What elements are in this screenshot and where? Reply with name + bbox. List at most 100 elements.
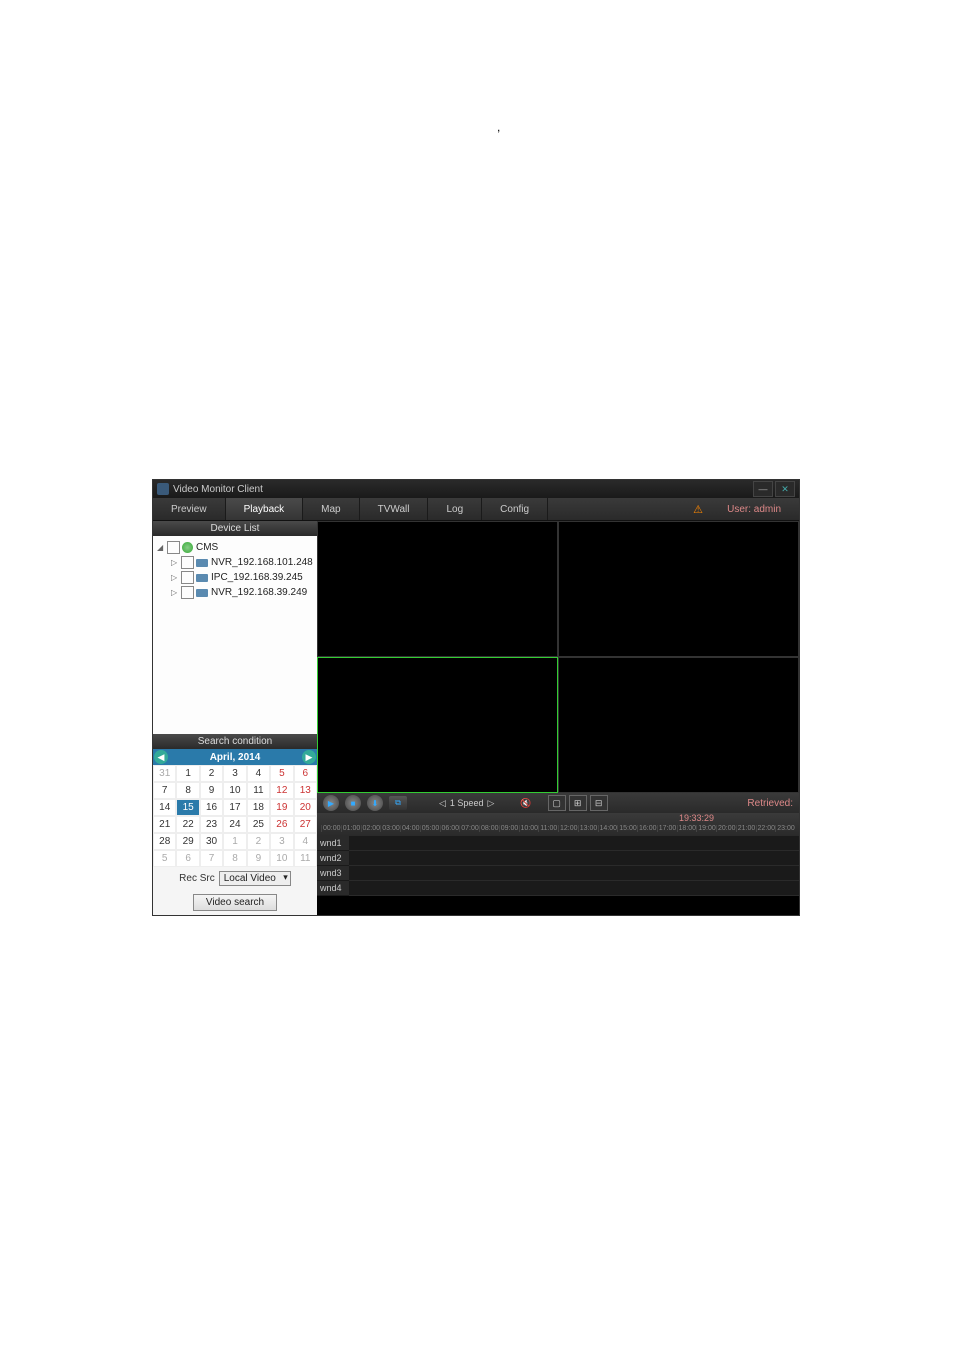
cal-day[interactable]: 3 xyxy=(270,833,293,850)
play-button[interactable]: ▶ xyxy=(323,795,339,811)
cal-day[interactable]: 24 xyxy=(223,816,246,833)
rec-src-select[interactable]: Local Video xyxy=(219,871,291,886)
cal-day[interactable]: 12 xyxy=(270,782,293,799)
download-button[interactable]: ⬇ xyxy=(367,795,383,811)
cal-day[interactable]: 27 xyxy=(294,816,317,833)
timeline-hour: 06:00 xyxy=(440,825,460,832)
cal-day[interactable]: 23 xyxy=(200,816,223,833)
cal-next-button[interactable]: ▶ xyxy=(302,750,316,764)
cal-day[interactable]: 8 xyxy=(223,850,246,867)
video-search-button[interactable]: Video search xyxy=(193,894,277,911)
cal-day[interactable]: 4 xyxy=(294,833,317,850)
cal-day[interactable]: 3 xyxy=(223,765,246,782)
timeline-hour: 21:00 xyxy=(736,825,756,832)
timeline-hours[interactable]: 00:0001:0002:0003:0004:0005:0006:0007:00… xyxy=(317,815,799,834)
wnd-track[interactable] xyxy=(349,866,799,881)
tab-log[interactable]: Log xyxy=(428,498,482,520)
cal-day[interactable]: 13 xyxy=(294,782,317,799)
wnd-label: wnd1 xyxy=(317,836,349,851)
cal-day[interactable]: 11 xyxy=(247,782,270,799)
cal-day[interactable]: 7 xyxy=(200,850,223,867)
cal-day[interactable]: 28 xyxy=(153,833,176,850)
cal-day[interactable]: 4 xyxy=(247,765,270,782)
volume-icon[interactable]: 🔇 xyxy=(520,798,531,809)
cal-day[interactable]: 30 xyxy=(200,833,223,850)
checkbox[interactable] xyxy=(181,556,194,569)
checkbox[interactable] xyxy=(181,586,194,599)
wnd-track[interactable] xyxy=(349,851,799,866)
cal-day[interactable]: 10 xyxy=(223,782,246,799)
wnd-label: wnd4 xyxy=(317,881,349,896)
cal-day[interactable]: 1 xyxy=(223,833,246,850)
snapshot-button[interactable]: ⧉ xyxy=(389,796,407,810)
tab-map[interactable]: Map xyxy=(303,498,359,520)
cal-title: April, 2014 xyxy=(169,752,301,763)
cal-day[interactable]: 22 xyxy=(176,816,199,833)
cal-day[interactable]: 15 xyxy=(176,799,199,816)
cal-day[interactable]: 18 xyxy=(247,799,270,816)
cal-day[interactable]: 16 xyxy=(200,799,223,816)
cal-day[interactable]: 11 xyxy=(294,850,317,867)
cal-day[interactable]: 2 xyxy=(247,833,270,850)
alert-icon[interactable]: ⚠ xyxy=(687,498,709,520)
wnd-track[interactable] xyxy=(349,881,799,896)
cal-day[interactable]: 1 xyxy=(176,765,199,782)
video-cell-2[interactable] xyxy=(558,521,799,657)
cal-day[interactable]: 17 xyxy=(223,799,246,816)
close-button[interactable]: ✕ xyxy=(775,481,795,497)
speed-next-button[interactable]: ▷ xyxy=(487,798,494,809)
tab-playback[interactable]: Playback xyxy=(226,498,304,520)
cal-day[interactable]: 21 xyxy=(153,816,176,833)
cal-day[interactable]: 2 xyxy=(200,765,223,782)
tree-item[interactable]: ▷ NVR_192.168.101.248 xyxy=(155,555,315,570)
stop-button[interactable]: ■ xyxy=(345,795,361,811)
tree-item[interactable]: ▷ IPC_192.168.39.245 xyxy=(155,570,315,585)
cal-day[interactable]: 10 xyxy=(270,850,293,867)
layout-9-button[interactable]: ⊟ xyxy=(590,795,608,811)
cal-day[interactable]: 6 xyxy=(294,765,317,782)
titlebar: Video Monitor Client — ✕ xyxy=(153,480,799,498)
video-cell-3[interactable] xyxy=(317,657,558,793)
playback-controls: ▶ ■ ⬇ ⧉ ◁ 1 Speed ▷ 🔇 ▢ ⊞ ⊟ xyxy=(317,793,799,813)
speed-label: 1 Speed xyxy=(450,798,484,808)
speed-prev-button[interactable]: ◁ xyxy=(439,798,446,809)
checkbox[interactable] xyxy=(181,571,194,584)
cal-day[interactable]: 7 xyxy=(153,782,176,799)
expander-icon[interactable]: ▷ xyxy=(171,558,181,567)
stray-text: , xyxy=(497,120,500,134)
cal-day[interactable]: 19 xyxy=(270,799,293,816)
cal-day[interactable]: 5 xyxy=(153,850,176,867)
cal-day[interactable]: 6 xyxy=(176,850,199,867)
cal-day[interactable]: 5 xyxy=(270,765,293,782)
timeline-hour: 03:00 xyxy=(380,825,400,832)
tree-root[interactable]: ◢ CMS xyxy=(155,540,315,555)
cal-day[interactable]: 25 xyxy=(247,816,270,833)
tab-preview[interactable]: Preview xyxy=(153,498,226,520)
wnd-track[interactable] xyxy=(349,836,799,851)
layout-1-button[interactable]: ▢ xyxy=(548,795,566,811)
video-cell-1[interactable] xyxy=(317,521,558,657)
tree-item-label: NVR_192.168.101.248 xyxy=(211,557,313,568)
tree-root-label: CMS xyxy=(196,542,218,553)
layout-4-button[interactable]: ⊞ xyxy=(569,795,587,811)
cal-prev-button[interactable]: ◀ xyxy=(154,750,168,764)
cal-day[interactable]: 20 xyxy=(294,799,317,816)
minimize-button[interactable]: — xyxy=(753,481,773,497)
tree-item[interactable]: ▷ NVR_192.168.39.249 xyxy=(155,585,315,600)
cal-day[interactable]: 14 xyxy=(153,799,176,816)
video-cell-4[interactable] xyxy=(558,657,799,793)
timeline-hour: 15:00 xyxy=(617,825,637,832)
cal-day[interactable]: 9 xyxy=(200,782,223,799)
cal-day[interactable]: 8 xyxy=(176,782,199,799)
globe-icon xyxy=(182,542,193,553)
expander-icon[interactable]: ▷ xyxy=(171,588,181,597)
cal-day[interactable]: 9 xyxy=(247,850,270,867)
expander-icon[interactable]: ◢ xyxy=(157,543,167,552)
tab-config[interactable]: Config xyxy=(482,498,548,520)
cal-day[interactable]: 29 xyxy=(176,833,199,850)
cal-day[interactable]: 31 xyxy=(153,765,176,782)
cal-day[interactable]: 26 xyxy=(270,816,293,833)
tab-tvwall[interactable]: TVWall xyxy=(360,498,429,520)
expander-icon[interactable]: ▷ xyxy=(171,573,181,582)
checkbox[interactable] xyxy=(167,541,180,554)
